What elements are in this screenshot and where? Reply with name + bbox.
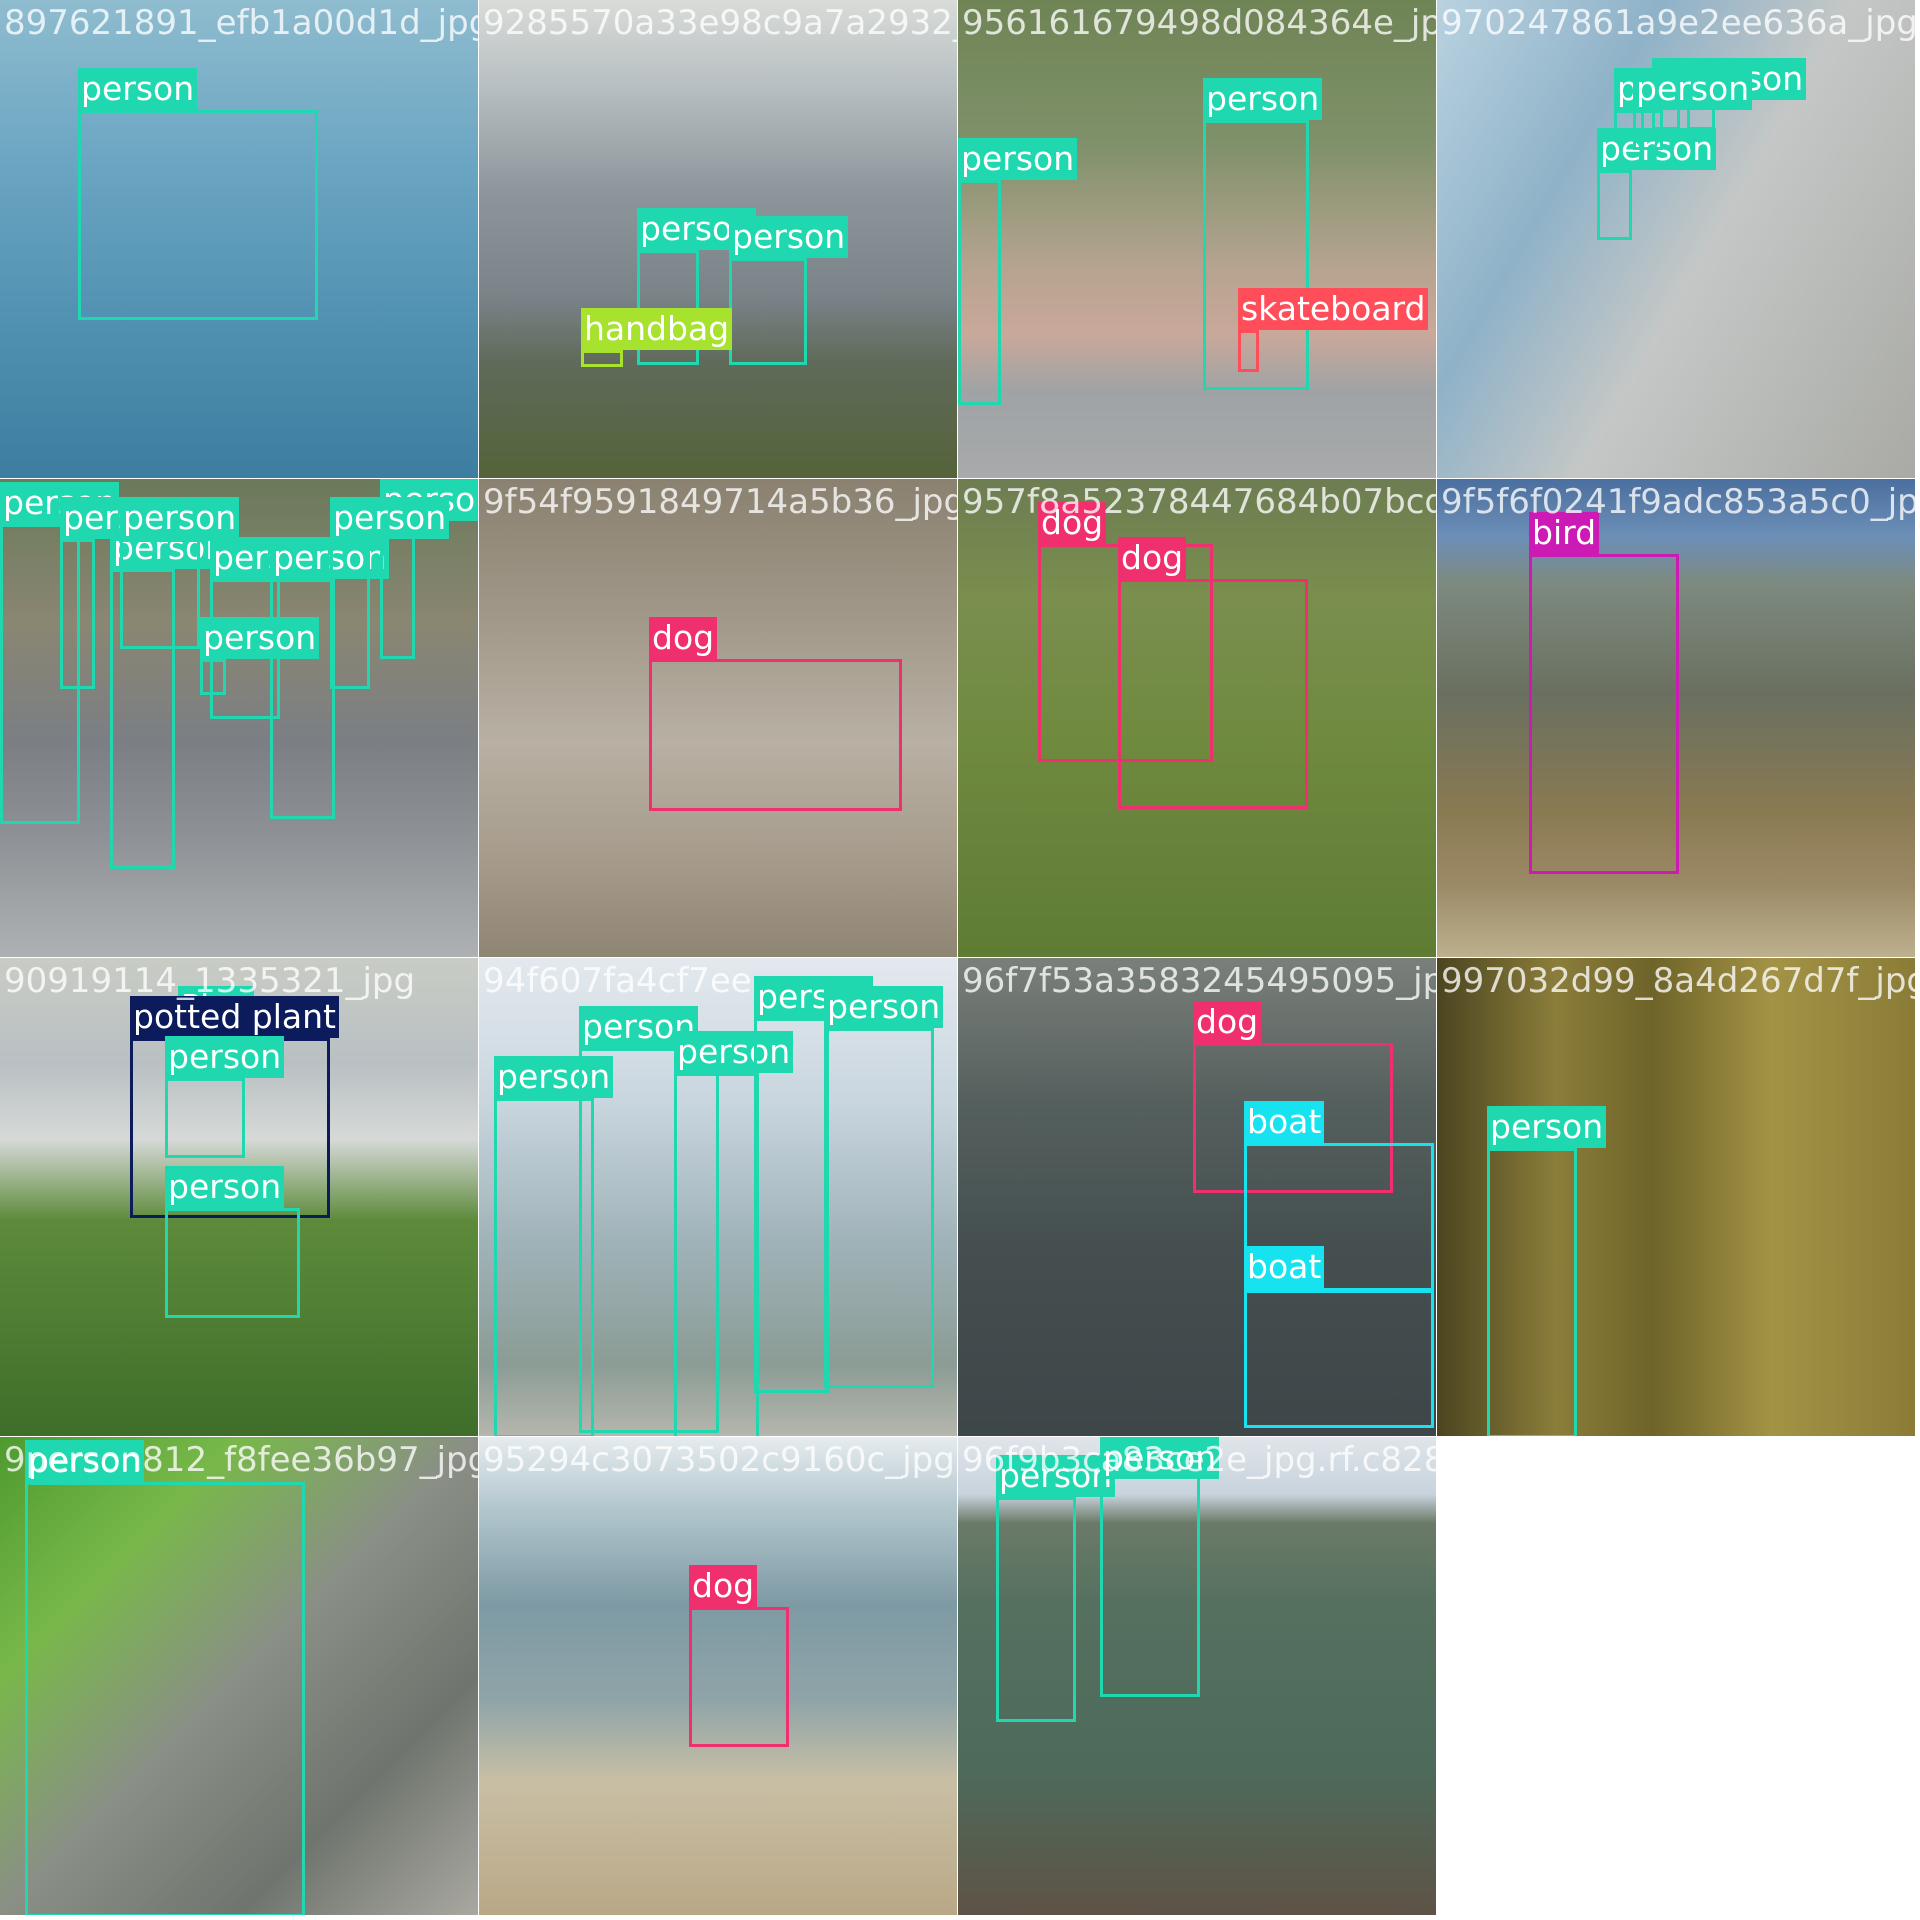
detection-label: person [120,497,240,539]
detection-box [78,110,318,320]
detection-box [824,1028,934,1388]
detection-label: person [165,1166,285,1208]
detection-box [270,579,335,819]
detection-label: person [729,216,849,258]
image-tile: person 9person812_f8fee36b97_jpg [0,1437,478,1915]
image-tile: person person handbag 9285570a33e98c9a7a293… [479,0,957,478]
tile-filename: 956161679498d084364e_jpg [962,3,1436,43]
tile-filename: 957f8a52378447684b07bcd_jpg [962,482,1436,522]
detection-label: person [25,1440,145,1482]
detection-box [958,180,1001,405]
detection-box [1238,330,1259,372]
detection-box [25,1482,305,1915]
image-tile: dogdog957f8a52378447684b07bcd_jpg [958,479,1436,957]
detection-label: dog [1193,1001,1262,1043]
image-tile: person 897621891_efb1a00d1d_jpg [0,0,478,478]
image-tile: dog 95294c3073502c9160c_jpg [479,1437,957,1915]
image-tile: dog 9f54f9591849714a5b36_jpg [479,479,957,957]
detection-label: boat [1244,1246,1325,1288]
detection-label: person [1100,1437,1220,1479]
image-tile: personpersonpersonpersonperson970247861a… [1437,0,1915,478]
tile-filename: 9f5f6f0241f9adc853a5c0_jpg. [1441,482,1915,522]
detection-box [165,1208,300,1318]
detection-box [1597,170,1632,240]
detection-label: person [1203,78,1323,120]
detection-box [674,1073,759,1436]
detection-label: dog [1038,502,1107,544]
detection-label: potted plant [130,996,339,1038]
detection-label: person [330,497,450,539]
image-tile: person person skateboard 956161679498d08436… [958,0,1436,478]
tile-filename: 9f54f9591849714a5b36_jpg [483,482,957,522]
detection-box [1118,579,1308,809]
detection-label: person [996,1455,1116,1497]
tile-filename: 9285570a33e98c9a7a2932_jpg [483,3,957,43]
image-tile: Pipepotted plantpersonperson90919114_133… [0,958,478,1436]
detection-label: handbag [581,308,733,350]
detection-label: person [165,1036,285,1078]
detection-box [689,1607,789,1747]
tile-filename: 897621891_efb1a00d1d_jpg [4,3,478,43]
detection-label: dog [689,1565,758,1607]
tile-filename: 95294c3073502c9160c_jpg [483,1440,955,1480]
detection-box [1487,1148,1577,1436]
detection-label: person [1487,1106,1607,1148]
detection-label: person [1633,68,1753,110]
image-tile: bird 9f5f6f0241f9adc853a5c0_jpg. [1437,479,1915,957]
detection-box [996,1497,1076,1722]
tile-filename: 997032d99_8a4d267d7f_jpg [1441,961,1915,1001]
image-tile: dog boat boat 96f7f53a3583245495095_jpg [958,958,1436,1436]
detection-box [729,258,807,365]
detection-label: dog [1118,537,1187,579]
tile-filename: 970247861a9e2ee636a_jpg [1441,3,1915,43]
detection-box [581,350,623,367]
detection-box [60,539,95,689]
image-tile: person 997032d99_8a4d267d7f_jpg [1437,958,1915,1436]
detection-box [200,659,226,695]
tile-filename: 96f7f53a3583245495095_jpg [962,961,1436,1001]
image-tile: personpersonpersonpersonpersonpersonpers… [0,479,478,957]
detection-label: dog [649,617,718,659]
detection-box [1633,110,1663,150]
detection-label: boat [1244,1101,1325,1143]
image-tile: person person person person person 94f607fa4c… [479,958,957,1436]
image-tile: personperson96f9b3ca83ce2e_jpg.rf.c828d6… [958,1437,1436,1915]
detection-label: person [78,68,198,110]
detection-label: skateboard [1238,288,1429,330]
detection-box [1100,1467,1200,1697]
detection-box [120,539,200,649]
detection-box [649,659,902,811]
detection-label: person [958,138,1078,180]
detection-label: bird [1529,512,1600,554]
detection-box [165,1078,245,1158]
detection-box [1529,554,1679,874]
detection-box [330,539,370,689]
tile-filename: 94f607fa4cf7ee [483,961,752,1001]
detection-box [1244,1288,1434,1428]
detection-mosaic: person 897621891_efb1a00d1d_jpg person pers… [0,0,1920,1920]
detection-label: person [824,986,944,1028]
detection-label: person [200,617,320,659]
detection-box [754,1018,829,1393]
